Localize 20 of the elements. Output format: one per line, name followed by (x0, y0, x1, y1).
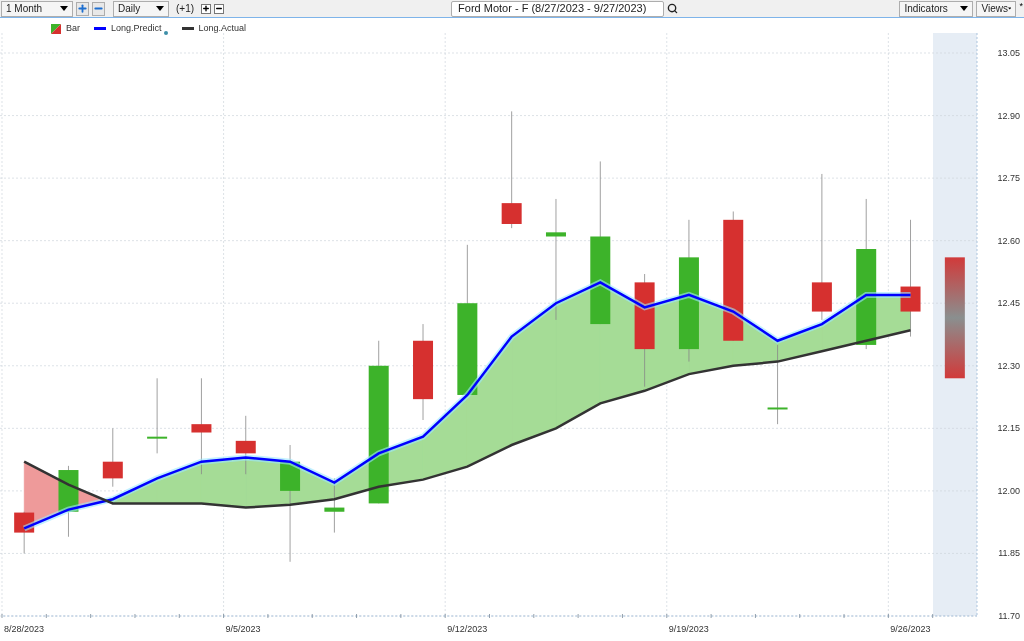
y-axis-label: 13.05 (997, 48, 1020, 58)
y-axis-label: 12.15 (997, 423, 1020, 434)
modified-marker: * (1019, 0, 1023, 13)
x-axis-label: 9/26/2023 (890, 624, 931, 634)
legend-label: Bar (66, 22, 80, 35)
y-axis-label: 12.60 (997, 235, 1020, 246)
x-axis-label: 9/19/2023 (668, 624, 709, 634)
y-axis-label: 12.90 (997, 110, 1020, 121)
y-axis-label: 12.45 (997, 298, 1020, 309)
y-axis-label: 11.70 (998, 611, 1020, 621)
y-axis-label: 12.00 (997, 485, 1020, 496)
x-axis-label: 9/5/2023 (225, 624, 261, 634)
y-axis-label: 12.75 (997, 173, 1020, 184)
legend-label: Long.Actual (198, 22, 247, 35)
x-axis-label: 9/12/2023 (447, 624, 488, 634)
y-axis-label: 12.30 (997, 360, 1020, 371)
x-axis-label: 8/28/2023 (4, 624, 45, 634)
offset-label: (+1) (176, 2, 195, 16)
y-axis-label: 11.85 (998, 548, 1020, 559)
legend-label: Long.Predict (111, 22, 162, 35)
